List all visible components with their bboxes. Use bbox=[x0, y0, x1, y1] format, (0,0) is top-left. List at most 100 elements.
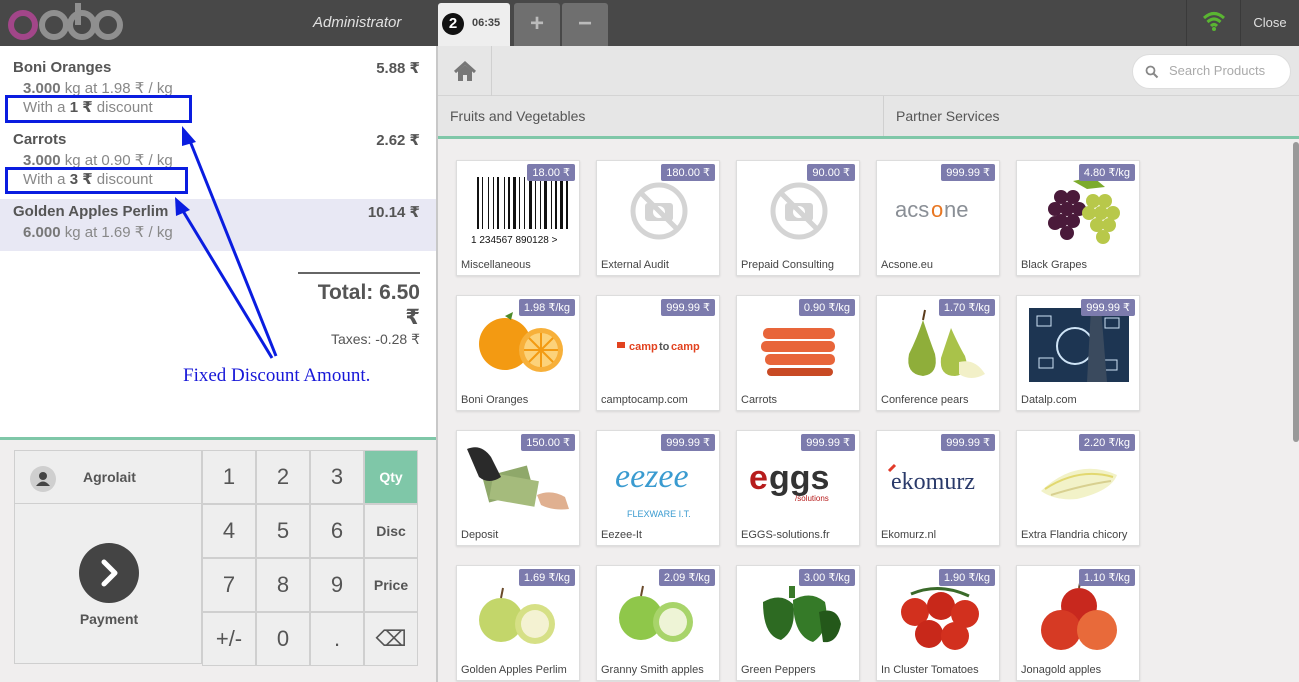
svg-text:o: o bbox=[931, 197, 943, 222]
mode-price-button[interactable]: Price bbox=[364, 558, 418, 612]
product-card[interactable]: acs o ne 999.99 ₹ Acsone.eu bbox=[876, 160, 1000, 276]
odoo-logo bbox=[8, 3, 123, 40]
product-name: Granny Smith apples bbox=[601, 664, 704, 676]
delete-order-button[interactable]: − bbox=[562, 3, 608, 46]
svg-text:to: to bbox=[659, 341, 670, 353]
discount-highlight-box bbox=[5, 167, 188, 194]
home-icon bbox=[453, 60, 477, 81]
product-card[interactable]: 90.00 ₹ Prepaid Consulting bbox=[736, 160, 860, 276]
svg-text:ekomurz: ekomurz bbox=[891, 469, 975, 495]
product-name: camptocamp.com bbox=[601, 394, 688, 406]
svg-text:/solutions: /solutions bbox=[795, 494, 829, 503]
product-card[interactable]: 1 234567 890128 > 18.00 ₹ Miscellaneous bbox=[456, 160, 580, 276]
product-card[interactable]: 999.99 ₹ Datalp.com bbox=[1016, 295, 1140, 411]
numpad-key-1[interactable]: 1 bbox=[202, 450, 256, 504]
price-tag: 3.00 ₹/kg bbox=[798, 569, 855, 586]
order-panel: Boni Oranges 5.88 ₹ 3.000 kg at 1.98 ₹ /… bbox=[0, 46, 436, 682]
backspace-key[interactable]: ⌫ bbox=[364, 612, 418, 666]
product-card[interactable]: 0.90 ₹/kg Carrots bbox=[736, 295, 860, 411]
line-price: 5.88 ₹ bbox=[376, 60, 420, 77]
product-scrollbar[interactable] bbox=[1293, 142, 1299, 442]
discount-highlight-box bbox=[5, 95, 192, 123]
product-card[interactable]: 2.09 ₹/kg Granny Smith apples bbox=[596, 565, 720, 681]
svg-text:e: e bbox=[749, 459, 768, 497]
product-name: Jonagold apples bbox=[1021, 664, 1102, 676]
numpad-key-0[interactable]: 0 bbox=[256, 612, 310, 666]
customer-button[interactable]: Agrolait bbox=[14, 450, 202, 504]
order-line-selected[interactable]: Golden Apples Perlim 10.14 ₹ 6.000 kg at… bbox=[0, 199, 436, 251]
price-tag: 4.80 ₹/kg bbox=[1078, 164, 1135, 181]
order-tab[interactable]: 2 06:35 bbox=[438, 3, 510, 46]
wifi-status[interactable] bbox=[1186, 0, 1240, 46]
product-card[interactable]: 1.98 ₹/kg Boni Oranges bbox=[456, 295, 580, 411]
numpad-key-2[interactable]: 2 bbox=[256, 450, 310, 504]
product-card[interactable]: 180.00 ₹ External Audit bbox=[596, 160, 720, 276]
svg-text:1 234567 890128 >: 1 234567 890128 > bbox=[471, 235, 558, 246]
numpad-key-sign[interactable]: +/- bbox=[202, 612, 256, 666]
numpad-key-6[interactable]: 6 bbox=[310, 504, 364, 558]
product-card[interactable]: e ggs/solutions 999.99 ₹ EGGS-solutions.fr bbox=[736, 430, 860, 546]
product-card[interactable]: 1.10 ₹/kg Jonagold apples bbox=[1016, 565, 1140, 681]
product-name: Green Peppers bbox=[741, 664, 816, 676]
home-category-button[interactable] bbox=[438, 46, 492, 96]
svg-text:camp: camp bbox=[671, 341, 700, 353]
numpad-key-5[interactable]: 5 bbox=[256, 504, 310, 558]
close-button[interactable]: Close bbox=[1240, 0, 1299, 46]
payment-button[interactable]: Payment bbox=[14, 503, 202, 664]
product-name: In Cluster Tomatoes bbox=[881, 664, 979, 676]
chevron-right-icon bbox=[79, 543, 139, 603]
svg-text:camp: camp bbox=[629, 341, 658, 353]
product-card[interactable]: 1.70 ₹/kg Conference pears bbox=[876, 295, 1000, 411]
numpad-key-9[interactable]: 9 bbox=[310, 558, 364, 612]
search-box[interactable] bbox=[1132, 54, 1291, 89]
price-tag: 999.99 ₹ bbox=[1081, 299, 1135, 316]
product-card[interactable]: 2.20 ₹/kg Extra Flandria chicory bbox=[1016, 430, 1140, 546]
product-card[interactable]: ekomurz 999.99 ₹ Ekomurz.nl bbox=[876, 430, 1000, 546]
numpad-key-dot[interactable]: . bbox=[310, 612, 364, 666]
new-order-button[interactable]: + bbox=[514, 3, 560, 46]
action-pad: Agrolait Payment 1 2 3 Qty 4 5 6 Disc 7 … bbox=[0, 440, 436, 682]
product-card[interactable]: camp to camp 999.99 ₹ camptocamp.com bbox=[596, 295, 720, 411]
price-tag: 0.90 ₹/kg bbox=[798, 299, 855, 316]
username[interactable]: Administrator bbox=[313, 14, 401, 31]
payment-label: Payment bbox=[79, 611, 139, 627]
numpad-key-3[interactable]: 3 bbox=[310, 450, 364, 504]
category-partner-services[interactable]: Partner Services bbox=[884, 96, 1299, 136]
product-name: Datalp.com bbox=[1021, 394, 1077, 406]
numpad-key-8[interactable]: 8 bbox=[256, 558, 310, 612]
numpad-key-7[interactable]: 7 bbox=[202, 558, 256, 612]
product-card[interactable]: 3.00 ₹/kg Green Peppers bbox=[736, 565, 860, 681]
product-grid: 1 234567 890128 > 18.00 ₹ Miscellaneous 180… bbox=[438, 142, 1292, 682]
svg-text:acs: acs bbox=[895, 197, 929, 222]
product-name: Eezee-It bbox=[601, 529, 642, 541]
line-unit: kg at 1.69 ₹ / kg bbox=[64, 224, 173, 241]
price-tag: 18.00 ₹ bbox=[527, 164, 575, 181]
mode-disc-button[interactable]: Disc bbox=[364, 504, 418, 558]
annotation-text: Fixed Discount Amount. bbox=[183, 365, 371, 386]
product-name: Golden Apples Perlim bbox=[461, 664, 567, 676]
search-icon bbox=[1145, 65, 1159, 79]
product-card[interactable]: eezee FLEXWARE I.T. 999.99 ₹ Eezee-It bbox=[596, 430, 720, 546]
product-card[interactable]: 150.00 ₹ Deposit bbox=[456, 430, 580, 546]
product-name: Carrots bbox=[741, 394, 778, 406]
product-name: Black Grapes bbox=[1021, 259, 1088, 271]
line-qty: 6.000 bbox=[23, 224, 61, 241]
top-bar: Administrator 2 06:35 + − Close bbox=[0, 0, 1299, 46]
mode-qty-button[interactable]: Qty bbox=[364, 450, 418, 504]
product-card[interactable]: 1.69 ₹/kg Golden Apples Perlim bbox=[456, 565, 580, 681]
price-tag: 1.69 ₹/kg bbox=[518, 569, 575, 586]
product-card[interactable]: 1.90 ₹/kg In Cluster Tomatoes bbox=[876, 565, 1000, 681]
price-tag: 999.99 ₹ bbox=[941, 434, 995, 451]
category-fruits-vegetables[interactable]: Fruits and Vegetables bbox=[438, 96, 884, 136]
order-total: Total: 6.50 ₹ bbox=[317, 281, 420, 329]
wifi-icon bbox=[1202, 12, 1226, 31]
product-name: Deposit bbox=[461, 529, 499, 541]
category-bar: Fruits and Vegetables Partner Services bbox=[438, 96, 1299, 139]
search-input[interactable] bbox=[1169, 63, 1287, 78]
price-tag: 150.00 ₹ bbox=[521, 434, 575, 451]
order-time: 06:35 bbox=[472, 17, 501, 29]
line-price: 2.62 ₹ bbox=[376, 132, 420, 149]
numpad-key-4[interactable]: 4 bbox=[202, 504, 256, 558]
product-card[interactable]: 4.80 ₹/kg Black Grapes bbox=[1016, 160, 1140, 276]
line-price: 10.14 ₹ bbox=[367, 204, 420, 221]
